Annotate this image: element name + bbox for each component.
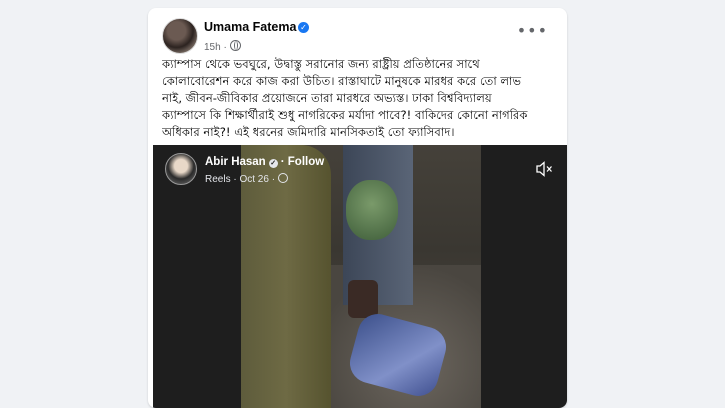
post-text-line: কোলাবোরেশন করে কাজ করা উচিত। রাস্তাঘাটে … [162,74,522,88]
globe-icon [229,40,241,51]
reel-author-line: Abir Hasan ✓ · Follow [205,156,324,168]
follow-button[interactable]: Follow [288,156,324,168]
verified-badge-icon: ✓ [268,159,278,168]
video-cap [346,180,398,240]
post-text-line: ক্যাম্পাস থেকে ভবঘুরে, উদ্বাস্তু সরানোর … [162,57,480,71]
video-shoe [348,280,378,318]
post-text-line: ক্যাম্পাসে কি শিক্ষার্থীরাই শুধু নাগরিকে… [162,108,528,122]
reel-meta-text: Reels · Oct 26 · [205,174,276,185]
verified-badge-icon: ✓ [298,22,309,33]
reel-meta: Reels · Oct 26 · [205,173,289,185]
post-text: ক্যাম্পাস থেকে ভবঘুরে, উদ্বাস্তু সরানোর … [162,56,554,141]
author-name[interactable]: Umama Fatema [204,20,296,34]
reel-author-name[interactable]: Abir Hasan [205,156,266,168]
post-time[interactable]: 15h · [204,42,227,53]
reel-follow-separator: · [280,156,285,168]
more-options-icon[interactable]: ••• [517,23,548,39]
post-header: Umama Fatema ✓ 15h · ••• [162,18,554,58]
post-text-line: অধিকার নাই?! এই ধরনের জমিদারি মানসিকতাই … [162,125,455,139]
reel-author-avatar[interactable] [165,153,197,185]
author-avatar[interactable] [162,18,198,54]
post-text-line: নাই, জীবন-জীবিকার প্রয়োজনে তারা মারধরে … [162,91,492,105]
post-card: Umama Fatema ✓ 15h · ••• ক্যাম্পাস থেকে … [148,8,567,408]
post-meta: 15h · [204,40,241,53]
reel-video[interactable]: Abir Hasan ✓ · Follow Reels · Oct 26 · [153,145,567,408]
mute-icon[interactable] [535,161,553,177]
globe-icon [278,173,289,183]
